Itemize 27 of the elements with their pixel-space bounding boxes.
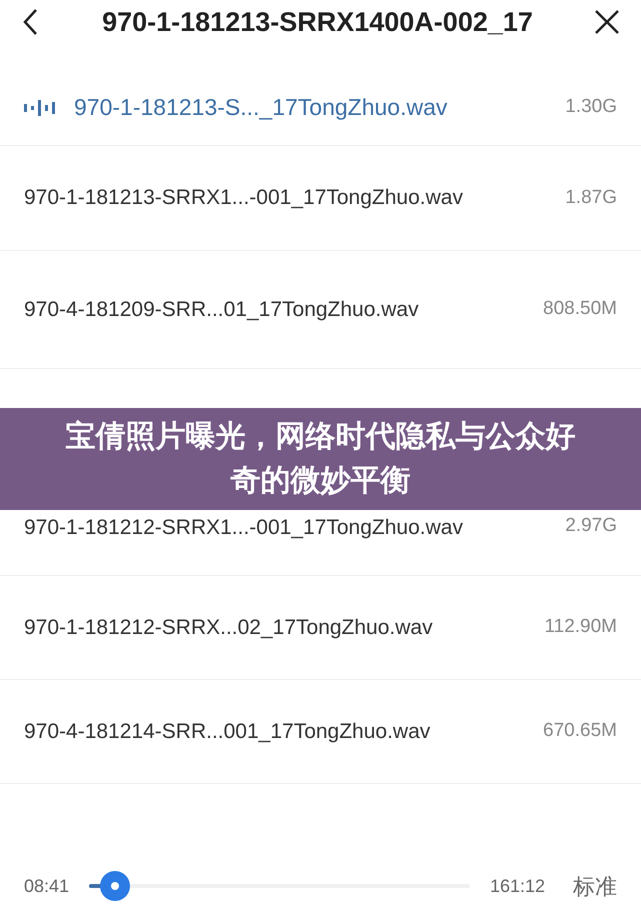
speed-button[interactable]: 标准 bbox=[573, 870, 617, 902]
close-icon[interactable] bbox=[593, 8, 621, 36]
file-name: 970-1-181213-SRRX1...-001_17TongZhuo.wav bbox=[24, 185, 464, 212]
file-name: 970-4-181209-SRR...01_17TongZhuo.wav bbox=[24, 296, 420, 323]
file-row[interactable]: 970-4-181209-SRR...01_17TongZhuo.wav 808.50M bbox=[0, 251, 641, 369]
file-row[interactable]: 970-1-181213-SRRX1...-001_17TongZhuo.wav 1.87G bbox=[0, 146, 641, 251]
file-size: 112.90M bbox=[544, 615, 617, 640]
file-row[interactable]: 970-4-181214-SRR...001_17TongZhuo.wav 670.65M bbox=[0, 680, 641, 784]
file-size: 1.30G bbox=[565, 95, 617, 120]
waveform-icon bbox=[24, 100, 56, 116]
progress-slider[interactable] bbox=[89, 871, 470, 901]
elapsed-time: 08:41 bbox=[24, 874, 70, 898]
total-time: 161:12 bbox=[490, 874, 545, 898]
file-row[interactable]: 970-1-181212-SRRX...02_17TongZhuo.wav 112.90M bbox=[0, 576, 641, 680]
file-name: 970-1-181212-SRRX1...-001_17TongZhuo.wav bbox=[24, 515, 464, 541]
file-size: 2.97G bbox=[565, 514, 617, 538]
file-size: 808.50M bbox=[543, 297, 617, 322]
file-name: 970-1-181213-S..._17TongZhuo.wav bbox=[74, 93, 448, 122]
headline-text: 宝倩照片曝光，网络时代隐私与公众好奇的微妙平衡 bbox=[64, 418, 576, 500]
window-title: 970-1-181213-SRRX1400A-002_17 bbox=[101, 6, 534, 39]
file-size: 1.87G bbox=[565, 186, 617, 210]
file-size: 670.65M bbox=[543, 719, 617, 744]
file-row[interactable]: 970-1-181213-S..._17TongZhuo.wav 1.30G bbox=[0, 70, 641, 146]
file-name: 970-1-181212-SRRX...02_17TongZhuo.wav bbox=[24, 614, 434, 641]
slider-thumb[interactable] bbox=[100, 871, 130, 901]
file-row[interactable]: 970-1-181212-SRRX1...-001_17TongZhuo.wav 2.97G bbox=[0, 510, 641, 576]
file-name: 970-4-181214-SRR...001_17TongZhuo.wav bbox=[24, 718, 432, 745]
